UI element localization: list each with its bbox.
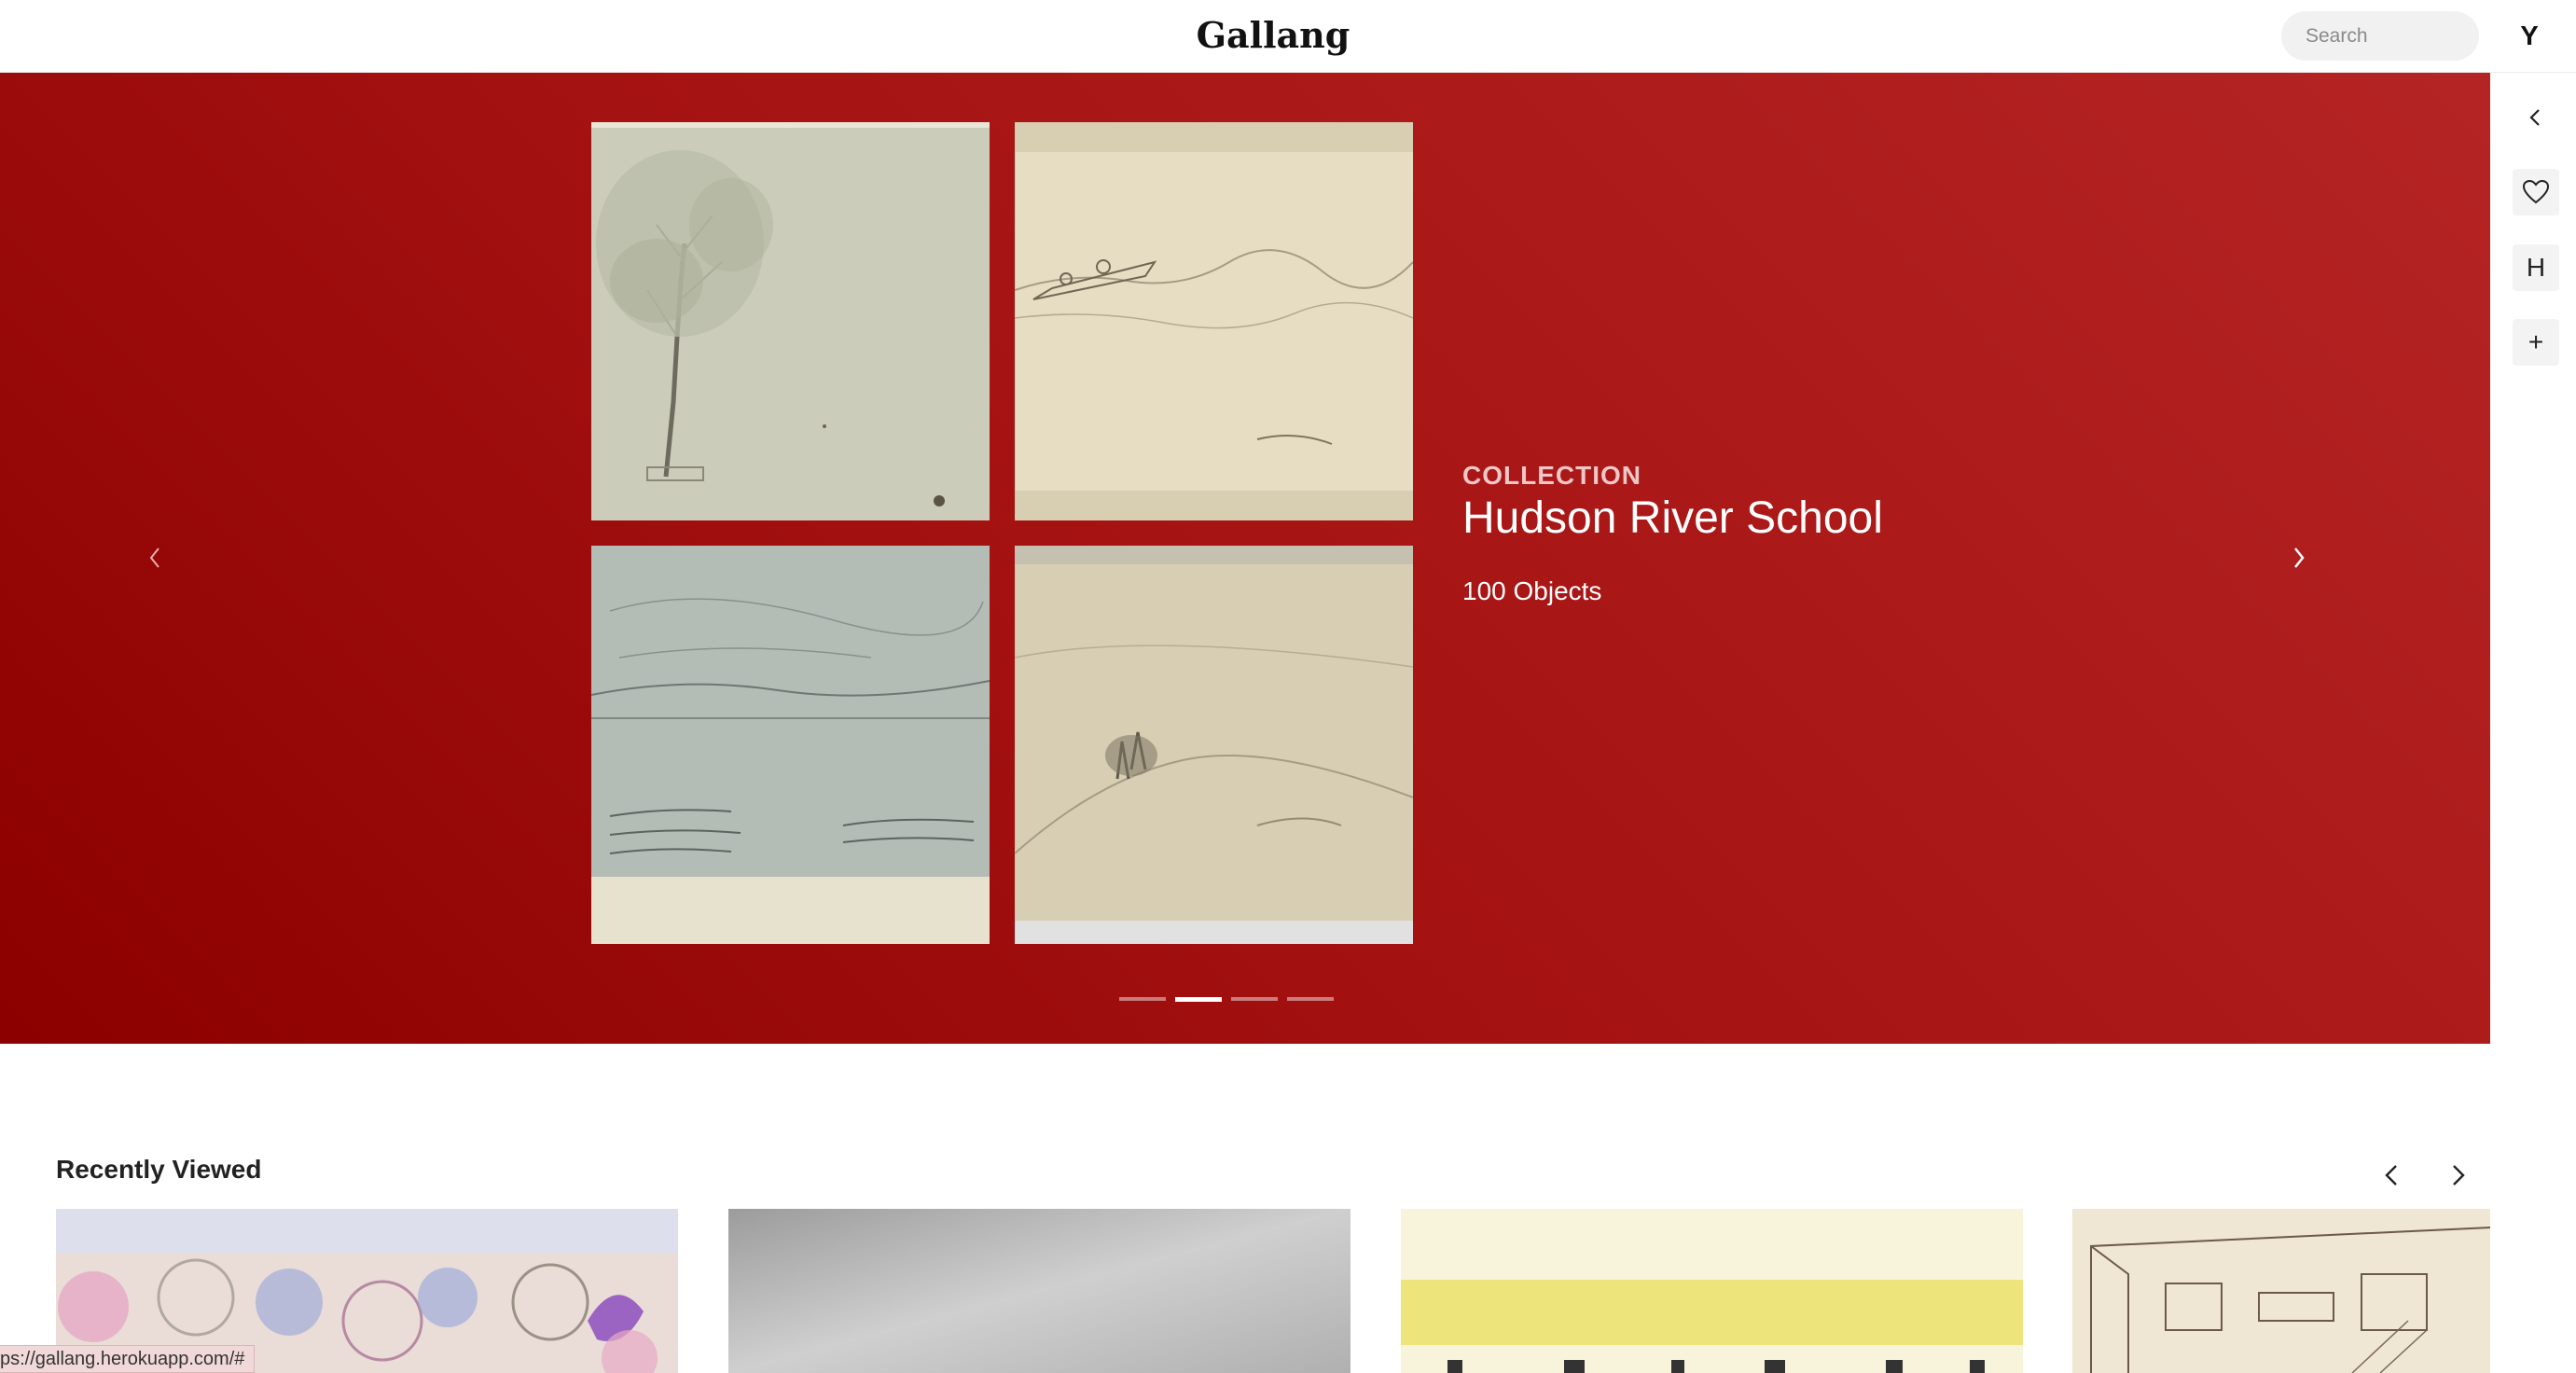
collection-thumbnail-landscape-notes[interactable] bbox=[591, 546, 990, 944]
carousel-indicator-4[interactable] bbox=[1287, 997, 1334, 1001]
recently-viewed-card[interactable] bbox=[2072, 1209, 2490, 1373]
favorites-button[interactable] bbox=[2513, 169, 2559, 215]
rail-h-button[interactable]: H bbox=[2513, 244, 2559, 291]
carousel-indicator-3[interactable] bbox=[1231, 997, 1278, 1001]
plus-icon: + bbox=[2528, 327, 2544, 356]
kebab-menu-icon[interactable] bbox=[645, 1227, 678, 1373]
chevron-left-icon bbox=[2529, 109, 2540, 126]
recently-viewed-card[interactable] bbox=[1401, 1209, 2023, 1373]
carousel-indicator-2[interactable] bbox=[1175, 997, 1222, 1002]
search-input[interactable] bbox=[2281, 11, 2479, 61]
collection-thumbnail-tree-sketch[interactable] bbox=[591, 122, 990, 520]
collection-thumbnail-hill-sketch[interactable] bbox=[1015, 546, 1413, 944]
chevron-left-icon bbox=[2385, 1165, 2397, 1186]
carousel-next-button[interactable] bbox=[2271, 530, 2327, 586]
kebab-menu-icon[interactable] bbox=[1310, 1227, 1350, 1373]
carousel-indicator-1[interactable] bbox=[1119, 997, 1166, 1001]
rail-h-label: H bbox=[2526, 253, 2546, 282]
recently-viewed-card[interactable] bbox=[728, 1209, 1350, 1373]
chevron-right-icon bbox=[2294, 548, 2305, 568]
collection-title[interactable]: Hudson River School bbox=[1462, 492, 1883, 544]
collection-thumbnail-boat-sketch[interactable] bbox=[1015, 122, 1413, 520]
chevron-left-icon bbox=[149, 548, 159, 568]
carousel-prev-button[interactable] bbox=[127, 530, 183, 586]
top-header: Gallang Y bbox=[0, 0, 2576, 73]
recently-viewed-prev-button[interactable] bbox=[2372, 1155, 2413, 1196]
chevron-right-icon bbox=[2453, 1165, 2465, 1186]
user-avatar[interactable]: Y bbox=[2505, 10, 2554, 62]
recently-viewed-next-button[interactable] bbox=[2437, 1155, 2478, 1196]
app-logo[interactable]: Gallang bbox=[1133, 9, 1413, 62]
heart-icon bbox=[2522, 179, 2550, 204]
rail-collapse-button[interactable] bbox=[2513, 94, 2559, 141]
status-bar-url: ps://gallang.herokuapp.com/# bbox=[0, 1345, 256, 1373]
collection-hero-carousel: COLLECTION Hudson River School 100 Objec… bbox=[0, 73, 2490, 1044]
collection-object-count: 100 Objects bbox=[1462, 576, 1602, 605]
rail-add-button[interactable]: + bbox=[2513, 319, 2559, 366]
recently-viewed-title: Recently Viewed bbox=[56, 1155, 262, 1184]
collection-eyebrow: COLLECTION bbox=[1462, 461, 1641, 490]
